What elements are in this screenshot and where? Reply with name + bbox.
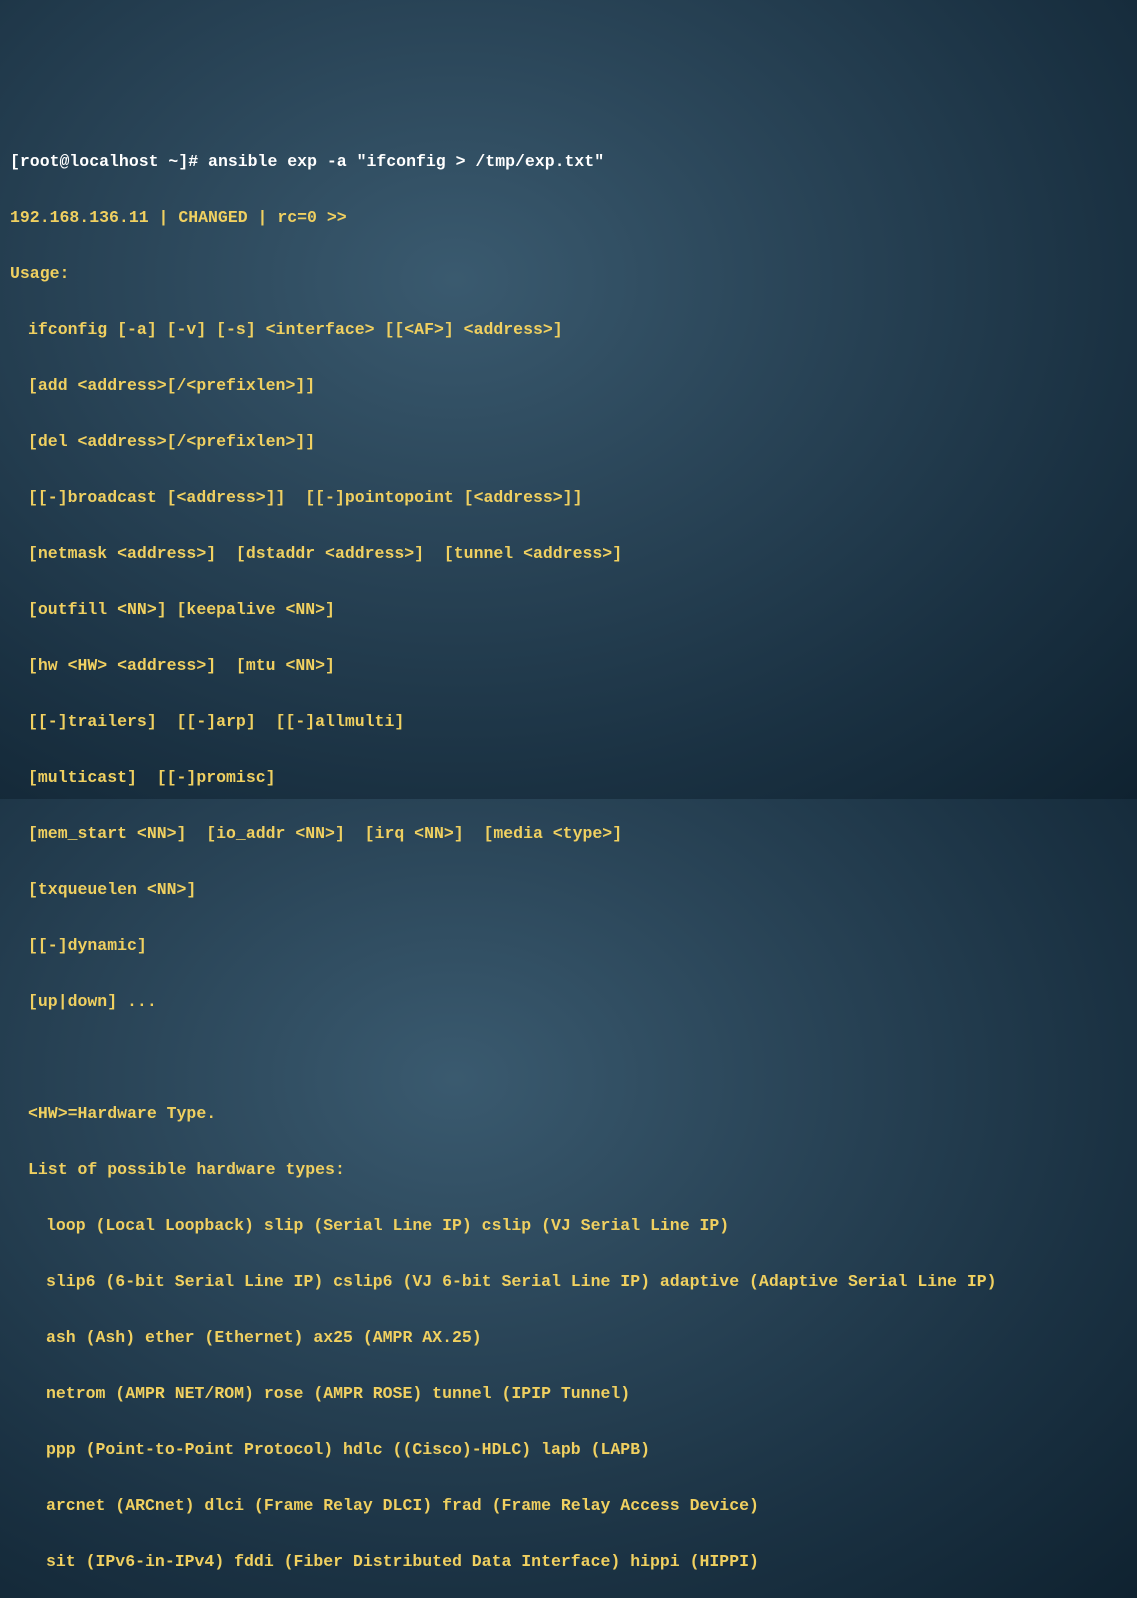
blank-line	[10, 1044, 1127, 1072]
usage-line: [add <address>[/<prefixlen>]]	[10, 372, 1127, 400]
hw-line: netrom (AMPR NET/ROM) rose (AMPR ROSE) t…	[10, 1380, 1127, 1408]
shell-command: ansible exp -a "ifconfig > /tmp/exp.txt"	[208, 152, 604, 171]
hw-line: sit (IPv6-in-IPv4) fddi (Fiber Distribut…	[10, 1548, 1127, 1576]
shell-prompt: [root@localhost ~]#	[10, 152, 208, 171]
usage-line: [del <address>[/<prefixlen>]]	[10, 428, 1127, 456]
usage-line: [multicast] [[-]promisc]	[10, 764, 1127, 792]
usage-line: [[-]trailers] [[-]arp] [[-]allmulti]	[10, 708, 1127, 736]
usage-line: [[-]dynamic]	[10, 932, 1127, 960]
usage-line: [mem_start <NN>] [io_addr <NN>] [irq <NN…	[10, 820, 1127, 848]
terminal-output[interactable]: [root@localhost ~]# ansible exp -a "ifco…	[10, 120, 1127, 1598]
hw-line: ppp (Point-to-Point Protocol) hdlc ((Cis…	[10, 1436, 1127, 1464]
usage-line: [txqueuelen <NN>]	[10, 876, 1127, 904]
usage-line: [netmask <address>] [dstaddr <address>] …	[10, 540, 1127, 568]
usage-line: [up|down] ...	[10, 988, 1127, 1016]
usage-line: [outfill <NN>] [keepalive <NN>]	[10, 596, 1127, 624]
hw-list-label: List of possible hardware types:	[10, 1156, 1127, 1184]
hw-line: slip6 (6-bit Serial Line IP) cslip6 (VJ …	[10, 1268, 1127, 1296]
hw-line: arcnet (ARCnet) dlci (Frame Relay DLCI) …	[10, 1492, 1127, 1520]
hw-line: loop (Local Loopback) slip (Serial Line …	[10, 1212, 1127, 1240]
ansible-result-header: 192.168.136.11 | CHANGED | rc=0 >>	[10, 204, 1127, 232]
usage-line: ifconfig [-a] [-v] [-s] <interface> [[<A…	[10, 316, 1127, 344]
usage-line: [[-]broadcast [<address>]] [[-]pointopoi…	[10, 484, 1127, 512]
hw-line: ash (Ash) ether (Ethernet) ax25 (AMPR AX…	[10, 1324, 1127, 1352]
hw-header: <HW>=Hardware Type.	[10, 1100, 1127, 1128]
usage-label: Usage:	[10, 260, 1127, 288]
usage-line: [hw <HW> <address>] [mtu <NN>]	[10, 652, 1127, 680]
